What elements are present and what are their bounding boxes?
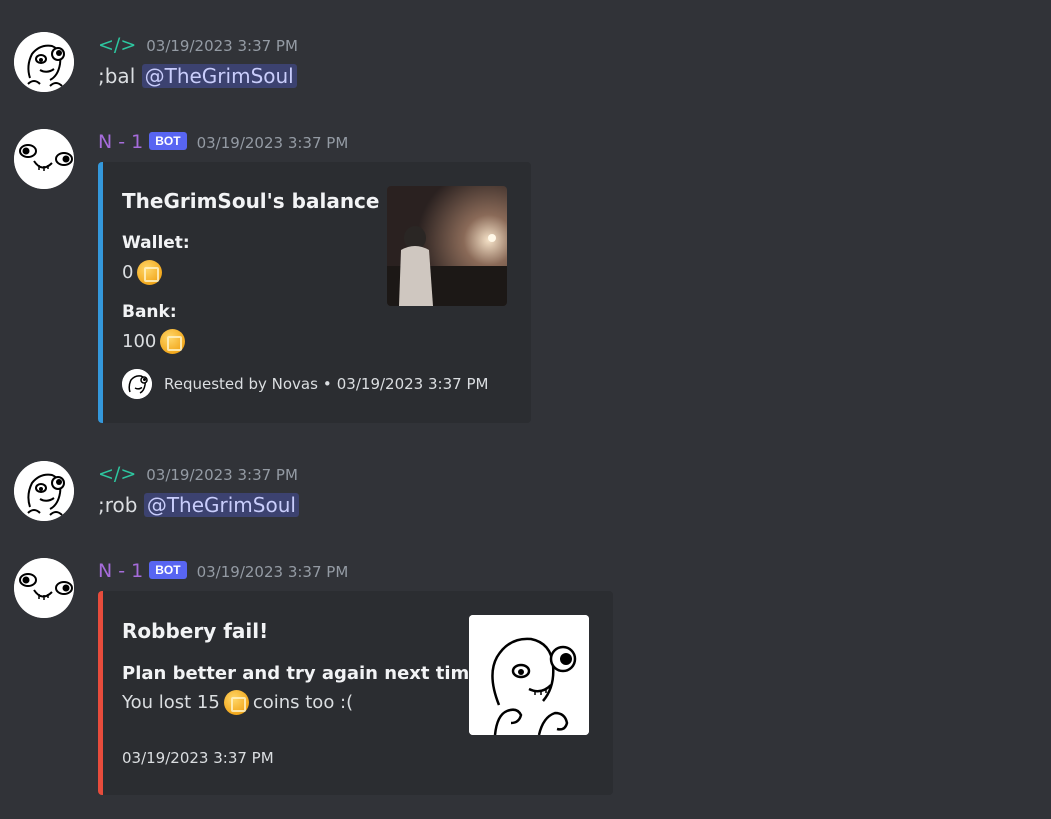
user-avatar[interactable] <box>14 32 74 92</box>
embed-description: You lost 15 coins too :( <box>122 690 353 715</box>
bank-amount: 100 <box>122 331 157 352</box>
footer-timestamp: 03/19/2023 3:37 PM <box>336 375 489 393</box>
coin-icon <box>223 690 249 715</box>
embed-title: TheGrimSoul's balance <box>122 189 380 213</box>
embed-description-bold: Plan better and try again next time. <box>122 663 489 684</box>
message-content: ;bal @TheGrimSoul <box>98 64 297 88</box>
bank-field-name: Bank: <box>122 302 177 322</box>
message-content: ;rob @TheGrimSoul <box>98 493 299 517</box>
command-text: ;bal <box>98 64 136 88</box>
bot-avatar[interactable] <box>14 558 74 618</box>
wallet-amount: 0 <box>122 262 134 283</box>
wallet-field-name: Wallet: <box>122 233 190 253</box>
author-name[interactable]: N - 1 <box>98 560 143 582</box>
user-avatar[interactable] <box>14 461 74 521</box>
robbery-embed: Robbery fail! Plan better and try again … <box>98 591 613 795</box>
message-timestamp[interactable]: 03/19/2023 3:37 PM <box>146 37 298 55</box>
message-timestamp[interactable]: 03/19/2023 3:37 PM <box>146 466 298 484</box>
author-name[interactable]: </> <box>98 34 136 56</box>
footer-timestamp: 03/19/2023 3:37 PM <box>122 749 274 767</box>
bank-field-value: 100 <box>122 329 186 354</box>
balance-embed: TheGrimSoul's balance Wallet: 0 Bank: 10… <box>98 162 531 423</box>
embed-footer: 03/19/2023 3:37 PM <box>122 749 274 767</box>
coin-icon <box>160 329 186 354</box>
embed-thumbnail[interactable] <box>387 186 507 306</box>
chat-messages: </> 03/19/2023 3:37 PM ;bal @TheGrimSoul <box>0 0 1051 819</box>
wallet-field-value: 0 <box>122 260 163 285</box>
message-timestamp[interactable]: 03/19/2023 3:37 PM <box>197 134 349 152</box>
user-mention[interactable]: @TheGrimSoul <box>141 64 297 88</box>
bot-badge: BOT <box>149 561 187 579</box>
user-mention[interactable]: @TheGrimSoul <box>143 493 299 517</box>
footer-separator: • <box>322 375 332 393</box>
loss-text: You lost 15 <box>122 692 220 713</box>
coin-icon <box>137 260 163 285</box>
bot-avatar[interactable] <box>14 129 74 189</box>
loss-suffix: coins too :( <box>252 692 354 713</box>
embed-footer: Requested by Novas • 03/19/2023 3:37 PM <box>122 369 488 399</box>
command-text: ;rob <box>98 493 138 517</box>
embed-title: Robbery fail! <box>122 619 269 643</box>
footer-text: Requested by Novas <box>164 375 318 393</box>
bot-badge: BOT <box>149 132 187 150</box>
message-timestamp[interactable]: 03/19/2023 3:37 PM <box>197 563 349 581</box>
author-name[interactable]: N - 1 <box>98 131 143 153</box>
author-name[interactable]: </> <box>98 463 136 485</box>
footer-avatar-icon <box>122 369 152 399</box>
embed-thumbnail[interactable] <box>469 615 589 735</box>
